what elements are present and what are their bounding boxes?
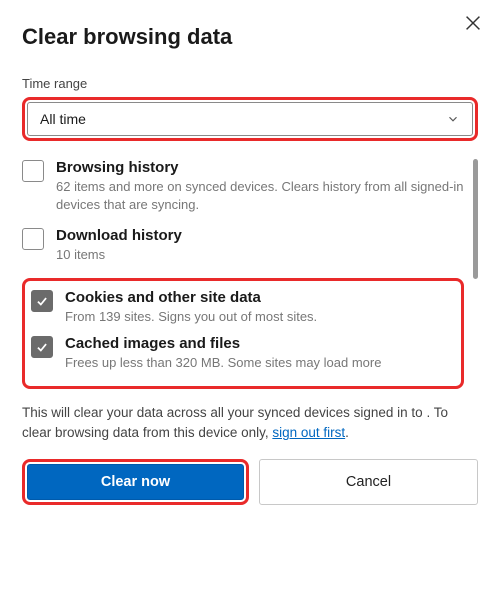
footnote-text: This will clear your data across all you… — [22, 405, 426, 420]
dialog-actions: Clear now Cancel — [22, 459, 478, 505]
clear-now-button[interactable]: Clear now — [27, 464, 244, 500]
item-title: Download history — [56, 227, 464, 244]
sync-warning: This will clear your data across all you… — [22, 403, 478, 444]
list-item: Browsing history 62 items and more on sy… — [22, 159, 464, 213]
item-title: Browsing history — [56, 159, 464, 176]
item-desc: From 139 sites. Signs you out of most si… — [65, 308, 455, 326]
item-title: Cookies and other site data — [65, 289, 455, 306]
item-desc: 10 items — [56, 246, 464, 264]
checkbox-cookies[interactable] — [31, 290, 53, 312]
time-range-label: Time range — [22, 76, 478, 91]
item-desc: Frees up less than 320 MB. Some sites ma… — [65, 354, 455, 372]
chevron-down-icon — [446, 112, 460, 126]
list-item: Download history 10 items — [22, 227, 464, 264]
item-desc: 62 items and more on synced devices. Cle… — [56, 178, 464, 213]
checkbox-cache[interactable] — [31, 336, 53, 358]
checkbox-download-history[interactable] — [22, 228, 44, 250]
primary-button-highlight: Clear now — [22, 459, 249, 505]
close-icon[interactable] — [462, 12, 484, 34]
scrollbar-thumb[interactable] — [473, 159, 478, 279]
cancel-button[interactable]: Cancel — [259, 459, 478, 505]
clear-browsing-data-dialog: Clear browsing data Time range All time … — [0, 0, 500, 523]
sign-out-link[interactable]: sign out first — [272, 425, 345, 440]
list-item: Cached images and files Frees up less th… — [31, 335, 455, 372]
highlighted-items: Cookies and other site data From 139 sit… — [22, 278, 464, 389]
time-range-highlight: All time — [22, 97, 478, 141]
list-item: Cookies and other site data From 139 sit… — [31, 289, 455, 326]
footnote-text: . — [345, 425, 349, 440]
data-type-list: Browsing history 62 items and more on sy… — [22, 159, 478, 389]
time-range-value: All time — [40, 111, 86, 127]
item-title: Cached images and files — [65, 335, 455, 352]
checkbox-browsing-history[interactable] — [22, 160, 44, 182]
time-range-select[interactable]: All time — [27, 102, 473, 136]
dialog-title: Clear browsing data — [22, 24, 478, 50]
